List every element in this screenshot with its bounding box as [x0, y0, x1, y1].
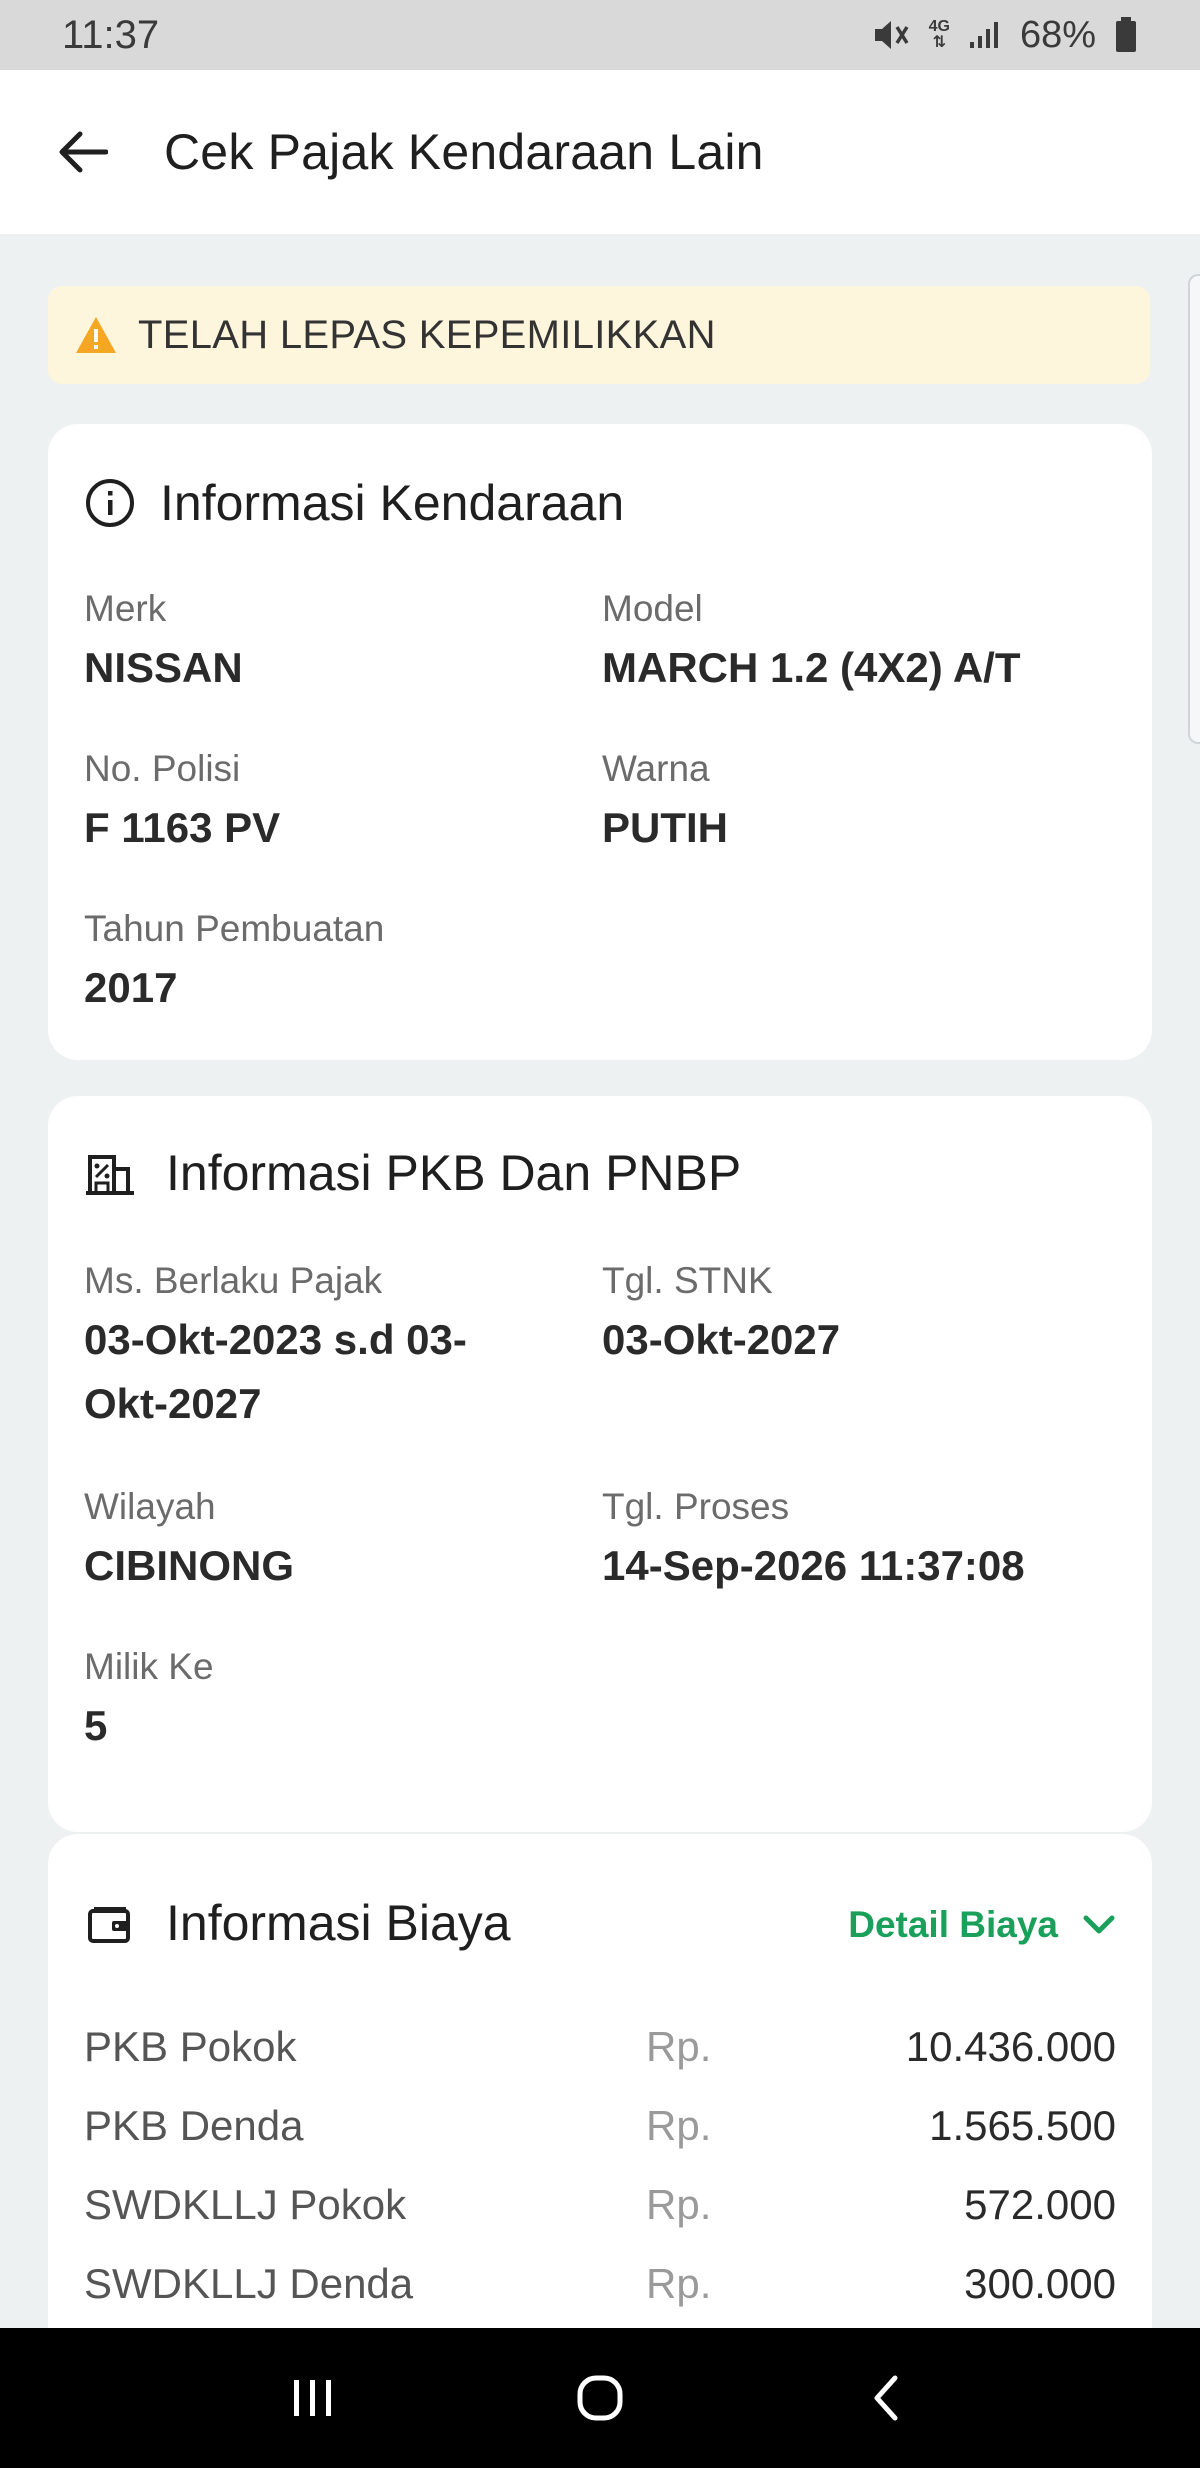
warning-icon: [76, 317, 116, 353]
cost-row: SWDKLLJ Denda Rp. 300.000: [84, 2249, 1116, 2319]
vehicle-info-card: Informasi Kendaraan Merk NISSAN Model MA…: [48, 424, 1152, 1060]
warna-value: PUTIH: [602, 804, 728, 851]
merk-field: Merk NISSAN: [84, 588, 243, 700]
merk-label: Merk: [84, 588, 167, 629]
vehicle-info-header: Informasi Kendaraan: [84, 474, 624, 532]
network-type-icon: 4G ⇅: [929, 19, 950, 51]
warna-label: Warna: [602, 748, 710, 789]
recent-apps-button[interactable]: [263, 2348, 363, 2448]
polisi-field: No. Polisi F 1163 PV: [84, 748, 280, 860]
content-scroll[interactable]: TELAH LEPAS KEPEMILIKKAN Informasi Kenda…: [0, 234, 1200, 2328]
stnk-label: Tgl. STNK: [602, 1260, 773, 1301]
chevron-left-icon: [874, 2375, 898, 2421]
tahun-value: 2017: [84, 964, 178, 1011]
vehicle-info-title: Informasi Kendaraan: [160, 475, 625, 531]
status-bar: 11:37 4G ⇅ 68%: [0, 0, 1200, 70]
cost-info-title: Informasi Biaya: [166, 1895, 511, 1951]
cost-currency: Rp.: [646, 2260, 712, 2307]
cost-currency: Rp.: [646, 2023, 712, 2070]
cost-value: 1.565.500: [929, 2102, 1116, 2149]
network-type-label: 4G: [928, 18, 950, 35]
cost-info-card: Informasi Biaya Detail Biaya PKB Pokok R…: [48, 1834, 1152, 2328]
cost-row: PKB Denda Rp. 1.565.500: [84, 2091, 1116, 2161]
back-nav-button[interactable]: [837, 2348, 937, 2448]
cost-row: PKB Pokok Rp. 10.436.000: [84, 2012, 1116, 2082]
milik-ke-value: 5: [84, 1702, 108, 1749]
detail-biaya-label: Detail Biaya: [848, 1904, 1058, 1945]
tahun-field: Tahun Pembuatan 2017: [84, 908, 384, 1020]
model-label: Model: [602, 588, 703, 629]
tax-building-icon: [86, 1155, 134, 1195]
merk-value: NISSAN: [84, 644, 243, 691]
app-header: Cek Pajak Kendaraan Lain: [0, 70, 1200, 234]
cost-label: SWDKLLJ Denda: [84, 2260, 414, 2307]
stnk-field: Tgl. STNK 03-Okt-2027: [602, 1260, 840, 1372]
cost-value: 572.000: [964, 2181, 1116, 2228]
proses-field: Tgl. Proses 14-Sep-2026 11:37:08: [602, 1486, 1025, 1598]
warning-banner: TELAH LEPAS KEPEMILIKKAN: [48, 286, 1150, 384]
wilayah-label: Wilayah: [84, 1486, 216, 1527]
cost-label: PKB Denda: [84, 2102, 304, 2149]
tahun-label: Tahun Pembuatan: [84, 908, 385, 949]
proses-label: Tgl. Proses: [602, 1486, 790, 1527]
warna-field: Warna PUTIH: [602, 748, 728, 860]
polisi-value: F 1163 PV: [84, 804, 281, 851]
scroll-indicator[interactable]: [1188, 274, 1200, 744]
detail-biaya-toggle[interactable]: Detail Biaya: [848, 1904, 1116, 1946]
cost-info-header: Informasi Biaya: [84, 1894, 511, 1952]
home-icon: [577, 2375, 623, 2421]
stnk-value: 03-Okt-2027: [602, 1316, 841, 1363]
ms-berlaku-value-line1: 03-Okt-2023 s.d 03-: [84, 1316, 467, 1363]
battery-percent: 68%: [1019, 13, 1096, 56]
recent-apps-icon: [294, 2380, 332, 2416]
warning-text: TELAH LEPAS KEPEMILIKKAN: [138, 312, 716, 357]
arrow-left-icon: [59, 131, 108, 173]
chevron-down-icon: [1083, 1915, 1115, 1934]
cost-row: SWDKLLJ Pokok Rp. 572.000: [84, 2170, 1116, 2240]
wallet-icon: [88, 1907, 130, 1943]
wilayah-value: CIBINONG: [84, 1542, 294, 1589]
system-nav-bar: [0, 2328, 1200, 2468]
milik-ke-label: Milik Ke: [84, 1646, 214, 1687]
cost-value: 10.436.000: [905, 2023, 1116, 2070]
page-title: Cek Pajak Kendaraan Lain: [164, 124, 764, 180]
battery-icon: [1114, 16, 1138, 54]
home-button[interactable]: [550, 2348, 650, 2448]
data-arrows-icon: ⇅: [932, 34, 946, 51]
pkb-info-card: Informasi PKB Dan PNBP Ms. Berlaku Pajak…: [48, 1096, 1152, 1832]
pkb-info-title: Informasi PKB Dan PNBP: [166, 1145, 742, 1201]
signal-icon: [968, 20, 1002, 50]
status-time: 11:37: [62, 12, 160, 57]
model-value: MARCH 1.2 (4X2) A/T: [602, 644, 1021, 691]
cost-label: SWDKLLJ Pokok: [84, 2181, 407, 2228]
proses-value: 14-Sep-2026 11:37:08: [602, 1542, 1025, 1589]
ms-berlaku-value-line2: Okt-2027: [84, 1380, 262, 1427]
wilayah-field: Wilayah CIBINONG: [84, 1486, 294, 1598]
cost-currency: Rp.: [646, 2181, 712, 2228]
back-button[interactable]: [52, 122, 112, 182]
cost-currency: Rp.: [646, 2102, 712, 2149]
polisi-label: No. Polisi: [84, 748, 241, 789]
milik-ke-field: Milik Ke 5: [84, 1646, 214, 1758]
model-field: Model MARCH 1.2 (4X2) A/T: [602, 588, 1021, 700]
pkb-info-header: Informasi PKB Dan PNBP: [84, 1144, 741, 1202]
ms-berlaku-field: Ms. Berlaku Pajak 03-Okt-2023 s.d 03- Ok…: [84, 1260, 467, 1436]
info-icon: [86, 479, 134, 527]
cost-value: 300.000: [964, 2260, 1116, 2307]
status-icons: 4G ⇅ 68%: [871, 14, 1138, 57]
mute-icon: [871, 17, 911, 53]
ms-berlaku-label: Ms. Berlaku Pajak: [84, 1260, 383, 1301]
cost-label: PKB Pokok: [84, 2023, 297, 2070]
